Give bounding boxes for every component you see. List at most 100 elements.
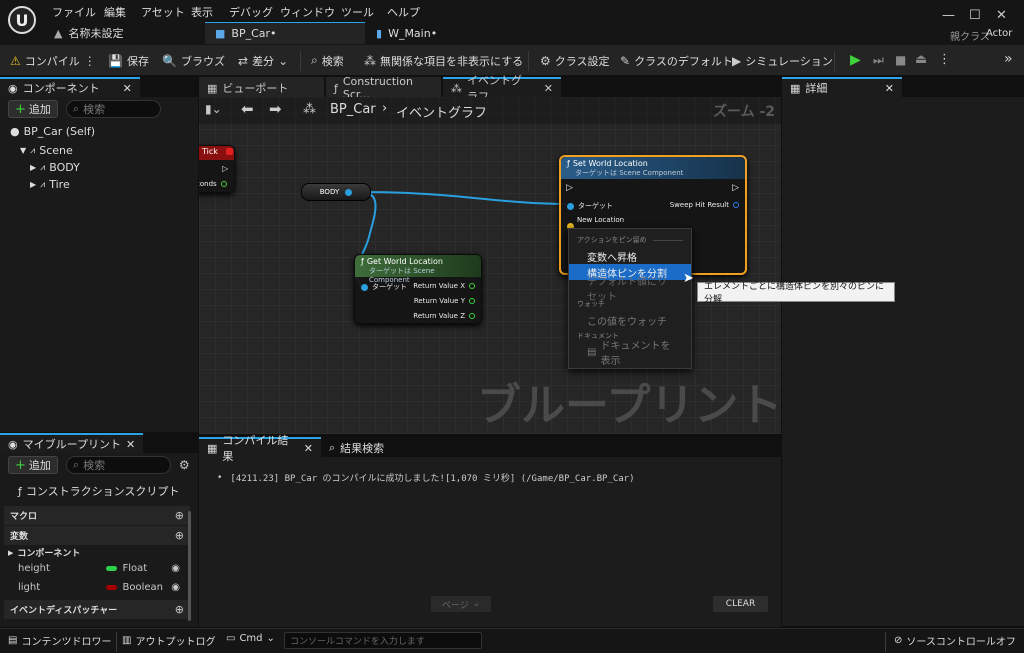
class-settings-button[interactable]: ⚙ クラス設定 [540, 45, 610, 76]
components-panel: ◉ コンポーネント ✕ + 追加 ⌕ 検索 ● BP_Car (Self) ▼ … [0, 77, 198, 432]
event-dispatchers-section[interactable]: イベントディスパッチャー ⊕ [4, 600, 190, 619]
body-variable-node[interactable]: BODY [301, 183, 371, 201]
components-search-input[interactable]: ⌕ 検索 [65, 100, 161, 118]
event-graph-canvas[interactable]: ▮⌄ ⬅ ➡ ⁂ BP_Car › イベントグラフ ズーム -2 ブループリント… [199, 97, 781, 434]
content-drawer-button[interactable]: ▤ コンテンツドロワー [8, 633, 111, 648]
tab-untitled[interactable]: ▲ 名称未設定 [44, 22, 134, 44]
variables-section[interactable]: 変数 ⊕ [4, 526, 190, 545]
more-icon[interactable]: ⋮ [938, 52, 951, 67]
add-circle-icon[interactable]: ⊕ [175, 509, 184, 522]
minimize-icon[interactable]: — [942, 8, 955, 23]
unreal-logo-icon[interactable]: U [8, 6, 36, 34]
get-world-location-node[interactable]: ƒ Get World Location ターゲットは Scene Compone… [354, 254, 482, 324]
tab-construction[interactable]: ƒ Construction Scr... [326, 75, 441, 101]
maximize-icon[interactable]: ☐ [969, 8, 981, 23]
return-x-pin[interactable]: Return Value X [413, 282, 475, 290]
menu-window[interactable]: ウィンドウ [280, 4, 335, 20]
content-drawer-label: コンテンツドロワー [21, 637, 112, 648]
expand-toolbar-icon[interactable]: » [1004, 51, 1013, 67]
tab-event-graph[interactable]: ⁂ イベントグラフ ✕ [443, 74, 561, 103]
close-icon[interactable]: ✕ [304, 442, 313, 455]
eye-icon[interactable]: ◉ [171, 563, 180, 574]
output-log-button[interactable]: ▥ アウトプットログ [122, 633, 215, 648]
divider [885, 632, 886, 652]
macros-section[interactable]: マクロ ⊕ [4, 506, 190, 525]
reset-default-item[interactable]: デフォルト値にリセット [569, 277, 691, 303]
exec-out-pin-icon[interactable]: ▷ [222, 164, 228, 173]
variable-light[interactable]: light Boolean ◉ [0, 578, 198, 597]
delegate-pin-icon[interactable] [226, 148, 233, 155]
find-button[interactable]: ⌕ 検索 [311, 45, 344, 76]
console-command-input[interactable]: コンソールコマンドを入力します [284, 632, 482, 649]
tab-viewport[interactable]: ▦ ビューポート [199, 77, 324, 97]
browse-label: ブラウズ [180, 54, 225, 68]
object-pin-icon[interactable] [345, 188, 353, 196]
get-target-pin[interactable]: ターゲット [361, 282, 407, 292]
tick-node[interactable]: Tick ▷ conds [199, 145, 235, 193]
tab-w-main[interactable]: ▮ W_Main• [366, 22, 448, 44]
variable-height[interactable]: height Float ◉ [0, 559, 198, 578]
tab-components[interactable]: ◉ コンポーネント ✕ [0, 77, 140, 97]
menu-edit[interactable]: 編集 [104, 4, 126, 20]
simulation-button[interactable]: ▶ シミュレーション [732, 45, 833, 76]
compile-button[interactable]: ⚠ コンパイル ⋮ [10, 45, 96, 76]
menu-view[interactable]: 表示 [191, 4, 213, 20]
close-icon[interactable]: ✕ [123, 82, 132, 95]
add-circle-icon[interactable]: ⊕ [175, 603, 184, 616]
menu-help[interactable]: ヘルプ [387, 4, 420, 20]
play-icon[interactable]: ▶ [850, 52, 861, 68]
clear-button[interactable]: CLEAR [713, 596, 768, 612]
close-icon[interactable]: ✕ [544, 82, 553, 95]
source-control-button[interactable]: ⊘ ソースコントロールオフ [894, 633, 1016, 648]
add-member-button[interactable]: + 追加 [8, 456, 58, 474]
add-component-button[interactable]: + 追加 [8, 100, 58, 118]
tab-my-blueprint[interactable]: ◉ マイブループリント ✕ [0, 433, 144, 453]
step-icon[interactable]: ⏭ [873, 53, 884, 68]
tree-item-body[interactable]: ▶ ⩘ BODY [0, 159, 198, 176]
cmd-dropdown[interactable]: ▭ Cmd ⌄ [226, 633, 275, 644]
tree-item-self[interactable]: ● BP_Car (Self) [0, 121, 198, 142]
delta-seconds-pin[interactable]: conds [199, 180, 227, 188]
eject-icon[interactable]: ⏏ [915, 52, 927, 67]
close-icon[interactable]: ✕ [996, 8, 1007, 23]
exec-in-pin-icon[interactable]: ▷ [566, 183, 573, 193]
return-z-pin[interactable]: Return Value Z [413, 312, 475, 320]
close-icon[interactable]: ✕ [885, 82, 894, 95]
diff-button[interactable]: ⇄ 差分 ⌄ [238, 45, 288, 76]
browse-button[interactable]: 🔍 ブラウズ [162, 45, 225, 76]
scrollbar[interactable] [188, 511, 191, 621]
menu-file[interactable]: ファイル [52, 4, 96, 20]
promote-to-variable-item[interactable]: 変数へ昇格 [569, 248, 691, 264]
return-y-pin[interactable]: Return Value Y [414, 297, 475, 305]
close-icon[interactable]: ✕ [126, 438, 135, 451]
tab-compile-results[interactable]: ▦ コンパイル結果 ✕ [199, 434, 321, 463]
tab-find-results[interactable]: ⌕ 結果検索 [321, 437, 393, 457]
save-button[interactable]: 💾 保存 [108, 45, 149, 76]
watch-value-item[interactable]: この値をウォッチ [569, 312, 691, 328]
book-icon: ▤ [587, 346, 597, 358]
show-documentation-item[interactable]: ▤ ドキュメントを表示 [569, 341, 691, 367]
my-blueprint-search-input[interactable]: ⌕ 検索 [65, 456, 171, 474]
category-label: コンポーネント [17, 549, 81, 559]
components-category[interactable]: ▶ コンポーネント [0, 546, 198, 560]
class-defaults-button[interactable]: ✎ クラスのデフォルト [620, 45, 733, 76]
tree-item-scene[interactable]: ▼ ⩘ Scene [0, 142, 198, 159]
menu-tools[interactable]: ツール [341, 4, 374, 20]
menu-debug[interactable]: デバッグ [229, 4, 273, 20]
parent-class-value[interactable]: Actor [986, 28, 1012, 39]
menu-asset[interactable]: アセット [141, 4, 185, 20]
viewport-tab-label: ビューポート [222, 82, 289, 95]
set-target-pin[interactable]: ターゲット [567, 201, 613, 211]
gear-icon[interactable]: ⚙ [179, 458, 190, 472]
add-circle-icon[interactable]: ⊕ [175, 529, 184, 542]
tab-bp-car[interactable]: ■ BP_Car• [205, 22, 365, 44]
sweep-hit-result-pin[interactable]: Sweep Hit Result [670, 201, 739, 209]
exec-out-pin-icon[interactable]: ▷ [732, 183, 739, 193]
construction-script-item[interactable]: ƒ コンストラクションスクリプト [0, 477, 198, 505]
tree-item-tire[interactable]: ▶ ⩘ Tire [0, 176, 198, 193]
eye-icon[interactable]: ◉ [171, 582, 180, 593]
search-icon: ⌕ [72, 458, 80, 471]
tab-details[interactable]: ▦ 詳細 ✕ [782, 77, 902, 97]
page-button[interactable]: ページ ⌄ [431, 596, 491, 612]
stop-icon[interactable]: ■ [895, 53, 906, 67]
